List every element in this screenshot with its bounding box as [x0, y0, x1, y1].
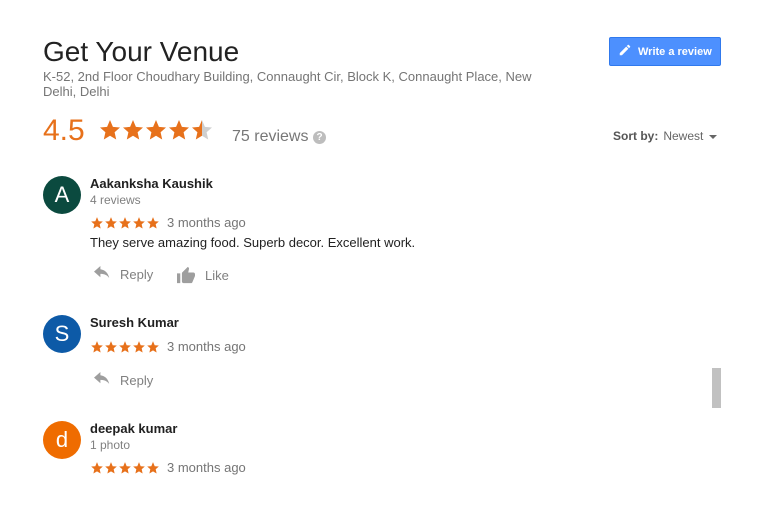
reviewer-name[interactable]: Aakanksha Kaushik	[90, 176, 213, 191]
sort-dropdown[interactable]: Sort by: Newest	[613, 129, 718, 143]
reply-button[interactable]: Reply	[92, 372, 153, 388]
write-review-button[interactable]: Write a review	[609, 37, 721, 66]
scrollbar-thumb[interactable]	[712, 368, 721, 408]
star-icon	[105, 216, 117, 229]
reply-label: Reply	[120, 266, 154, 282]
review-time: 3 months ago	[167, 215, 246, 230]
pencil-icon	[618, 43, 632, 60]
star-icon	[98, 118, 121, 147]
like-label: Like	[205, 267, 229, 283]
review-stars	[90, 461, 160, 475]
sort-label: Sort by:	[613, 129, 659, 143]
star-icon	[105, 340, 117, 353]
star-icon	[119, 216, 131, 229]
reply-icon	[94, 266, 110, 278]
review-count[interactable]: 75 reviews	[232, 128, 308, 146]
page-title: Get Your Venue	[43, 36, 240, 67]
review-text: They serve amazing food. Superb decor. E…	[90, 235, 416, 250]
star-icon	[121, 118, 144, 147]
review-stars	[90, 216, 160, 230]
avatar[interactable]: d	[43, 421, 81, 459]
star-icon	[147, 461, 159, 474]
reply-label: Reply	[120, 372, 154, 388]
star-icon	[133, 461, 145, 474]
rating-value: 4.5	[43, 114, 85, 147]
star-icon	[167, 118, 190, 147]
reviewer-meta: 4 reviews	[90, 193, 141, 207]
star-icon	[119, 340, 131, 353]
review-stars-row: 3 months ago	[90, 215, 246, 230]
star-icon	[119, 461, 131, 474]
reviewer-name[interactable]: deepak kumar	[90, 421, 177, 436]
reply-icon	[94, 372, 110, 384]
half-star-icon	[190, 118, 213, 147]
review-time: 3 months ago	[167, 460, 246, 475]
reply-button[interactable]: Reply	[92, 266, 153, 282]
caret-down-icon	[709, 135, 718, 139]
reviewer-meta: 1 photo	[90, 438, 131, 452]
review-time: 3 months ago	[167, 339, 246, 354]
star-icon	[147, 216, 159, 229]
star-icon	[133, 216, 145, 229]
review-stars-row: 3 months ago	[90, 339, 246, 354]
star-icon	[91, 461, 103, 474]
star-icon	[91, 340, 103, 353]
write-review-label: Write a review	[638, 45, 712, 58]
star-icon	[105, 461, 117, 474]
avatar[interactable]: S	[43, 315, 81, 353]
star-icon	[144, 118, 167, 147]
reviewer-name[interactable]: Suresh Kumar	[90, 315, 179, 330]
sort-value: Newest	[663, 129, 704, 143]
like-button[interactable]: Like	[175, 266, 229, 284]
star-icon	[91, 216, 103, 229]
help-icon[interactable]: ?	[313, 131, 326, 144]
star-icon	[147, 340, 159, 353]
rating-stars	[98, 118, 213, 147]
avatar[interactable]: A	[43, 176, 81, 214]
review-stars	[90, 340, 160, 354]
venue-address: K-52, 2nd Floor Choudhary Building, Conn…	[43, 69, 532, 99]
star-icon	[133, 340, 145, 353]
thumbs-up-icon	[177, 266, 195, 284]
review-stars-row: 3 months ago	[90, 460, 246, 475]
